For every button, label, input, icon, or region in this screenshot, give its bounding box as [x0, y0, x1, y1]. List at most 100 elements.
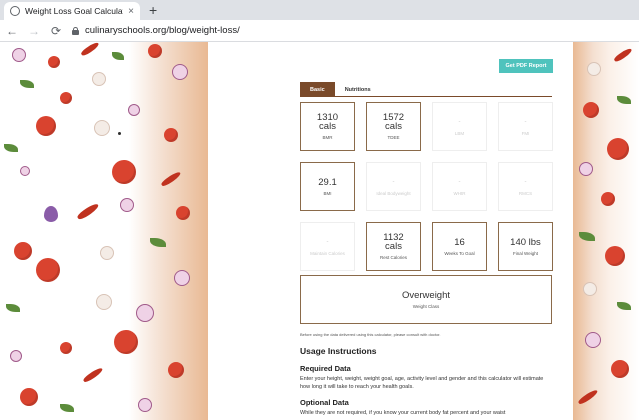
tomato-icon [48, 56, 60, 68]
card-value: 16 [454, 236, 465, 248]
result-card-maintain-calories: - Maintain Calories [300, 222, 355, 271]
card-value: - [458, 178, 461, 185]
leaf-icon [112, 52, 124, 60]
tomato-icon [148, 44, 162, 58]
address-bar[interactable]: culinaryschools.org/blog/weight-loss/ [72, 25, 240, 36]
tomato-icon [20, 388, 38, 406]
result-card-lbm: - LBM [432, 102, 487, 151]
required-data-heading: Required Data [300, 364, 351, 373]
back-icon[interactable]: ← [6, 25, 18, 37]
tomato-icon [176, 206, 190, 220]
card-value: 140 lbs [510, 236, 541, 248]
peppercorn-icon [118, 132, 121, 135]
required-data-text: Enter your height, weight, weight goal, … [300, 376, 544, 390]
food-pattern-left [0, 42, 208, 420]
tomato-icon [607, 138, 629, 160]
lock-icon [72, 26, 79, 35]
leaf-icon [617, 302, 631, 310]
leaf-icon [6, 304, 20, 312]
card-label: BMI [323, 190, 332, 196]
card-label: Maintain Calories [310, 250, 345, 256]
card-value: - [524, 178, 527, 185]
onion-icon [579, 162, 593, 176]
result-card-final-weight: 140 lbs Final Weight [498, 222, 553, 271]
result-card-rest-calories: 1132 cals Rest Calories [366, 222, 421, 271]
onion-icon [20, 166, 30, 176]
tomato-icon [583, 102, 599, 118]
leaf-icon [617, 96, 631, 104]
card-unit: cals [319, 121, 336, 132]
card-unit: cals [385, 241, 402, 252]
result-card-tdee: 1572 cals TDEE [366, 102, 421, 151]
card-label: FMI [521, 130, 530, 136]
garlic-icon [100, 246, 114, 260]
browser-tab[interactable]: Weight Loss Goal Calculator for × [4, 2, 140, 20]
tomato-icon [164, 128, 178, 142]
leaf-icon [60, 404, 74, 412]
tomato-icon [112, 160, 136, 184]
onion-icon [128, 104, 140, 116]
card-value: 29.1 [318, 176, 337, 188]
globe-icon [10, 6, 20, 16]
results-grid: 1310 cals BMR 1572 cals TDEE - LBM - FMI… [300, 102, 553, 271]
tomato-icon [611, 360, 629, 378]
eggplant-icon [44, 206, 58, 222]
result-card-fmi: - FMI [498, 102, 553, 151]
onion-icon [585, 332, 601, 348]
card-label: TDEE [387, 135, 400, 140]
food-pattern-right [573, 42, 639, 420]
browser-tab-bar: Weight Loss Goal Calculator for × + [0, 0, 639, 20]
onion-icon [138, 398, 152, 412]
result-card-bmi: 29.1 BMI [300, 162, 355, 211]
tomato-icon [14, 242, 32, 260]
card-label: Ideal Bodyweight [376, 190, 411, 196]
tomato-icon [168, 362, 184, 378]
card-value: - [326, 238, 329, 245]
onion-icon [12, 48, 26, 62]
onion-icon [172, 64, 188, 80]
chili-icon [577, 388, 599, 406]
card-label: Rest Calories [379, 255, 407, 260]
result-card-weeks-to-goal: 16 Weeks To Goal [432, 222, 487, 271]
card-label: Final Weight [513, 250, 538, 256]
tomato-icon [114, 330, 138, 354]
result-card-whtr: - WHtR [432, 162, 487, 211]
new-tab-button[interactable]: + [149, 2, 157, 18]
get-pdf-report-button[interactable]: Get PDF Report [499, 59, 553, 73]
url-text: culinaryschools.org/blog/weight-loss/ [85, 25, 240, 36]
tab-nutritions[interactable]: Nutritions [335, 82, 381, 97]
onion-icon [136, 304, 154, 322]
leaf-icon [20, 80, 34, 88]
forward-icon[interactable]: → [28, 25, 40, 37]
close-tab-icon[interactable]: × [128, 6, 134, 17]
onion-icon [174, 270, 190, 286]
card-label: BMR [322, 135, 333, 140]
result-card-ideal-bodyweight: - Ideal Bodyweight [366, 162, 421, 211]
garlic-icon [92, 72, 106, 86]
chili-icon [160, 170, 182, 188]
card-unit: cals [385, 121, 402, 132]
card-label: Weeks To Goal [444, 250, 475, 256]
optional-data-heading: Optional Data [300, 398, 349, 407]
leaf-icon [150, 238, 166, 247]
weight-class-label: Weight Class [412, 304, 440, 309]
card-value: - [392, 178, 395, 185]
tab-basic[interactable]: Basic [300, 82, 335, 97]
tomato-icon [36, 258, 60, 282]
garlic-icon [587, 62, 601, 76]
card-label: WHtR [453, 190, 466, 196]
calculator-content: Get PDF Report Basic Nutritions 1310 cal… [208, 42, 573, 420]
onion-icon [10, 350, 22, 362]
tomato-icon [60, 342, 72, 354]
tomato-icon [60, 92, 72, 104]
chili-icon [82, 366, 104, 384]
weight-class-card: Overweight Weight Class [300, 275, 552, 324]
garlic-icon [96, 294, 112, 310]
chili-icon [80, 42, 100, 58]
result-card-bmr: 1310 cals BMR [300, 102, 355, 151]
garlic-icon [583, 282, 597, 296]
garlic-icon [94, 120, 110, 136]
reload-icon[interactable]: ⟳ [50, 25, 62, 37]
leaf-icon [579, 232, 595, 241]
optional-data-text: While they are not required, if you know… [300, 410, 506, 416]
